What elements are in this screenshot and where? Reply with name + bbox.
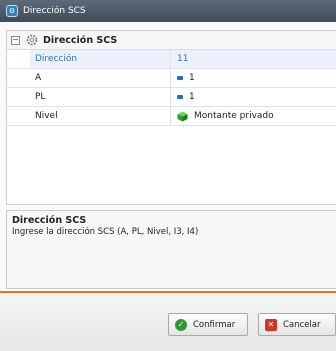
property-name: Dirección — [30, 50, 171, 68]
property-value[interactable]: 1 — [171, 88, 336, 106]
property-row-nivel[interactable]: Nivel Montante privado — [7, 107, 336, 126]
green-cube-icon — [177, 111, 188, 121]
blue-square-icon — [177, 76, 183, 80]
property-value[interactable]: 1 — [171, 69, 336, 87]
property-value[interactable]: Montante privado — [171, 107, 336, 125]
gear-icon — [26, 34, 38, 46]
window-title: Dirección SCS — [23, 6, 86, 16]
close-icon: ✕ — [265, 318, 277, 331]
blue-square-icon — [177, 95, 183, 99]
property-row-direccion[interactable]: Dirección 11 — [7, 50, 336, 69]
property-group-header[interactable]: − Dirección SCS — [7, 31, 336, 50]
property-value[interactable]: 11 — [171, 50, 336, 68]
property-name: A — [30, 69, 171, 87]
checkmark-icon: ✓ — [175, 318, 187, 331]
description-panel: Dirección SCS Ingrese la dirección SCS (… — [6, 210, 336, 289]
collapse-icon[interactable]: − — [11, 35, 20, 45]
property-row-a[interactable]: A 1 — [7, 69, 336, 88]
dialog-footer: ✓ Confirmar ✕ Cancelar — [0, 293, 336, 351]
property-row-pl[interactable]: PL 1 — [7, 88, 336, 107]
cancel-button[interactable]: ✕ Cancelar — [258, 313, 336, 336]
confirm-button[interactable]: ✓ Confirmar — [168, 313, 248, 336]
description-text: Ingrese la dirección SCS (A, PL, Nivel, … — [12, 227, 199, 237]
property-name: PL — [30, 88, 171, 106]
app-logo-icon: ⚙ — [6, 5, 18, 17]
group-label: Dirección SCS — [43, 34, 118, 46]
description-title: Dirección SCS — [12, 215, 87, 226]
property-name: Nivel — [30, 107, 171, 125]
title-bar: ⚙ Dirección SCS — [0, 0, 336, 22]
property-grid: − Dirección SCS Dirección 11 A 1 PL 1 Ni… — [6, 30, 336, 205]
